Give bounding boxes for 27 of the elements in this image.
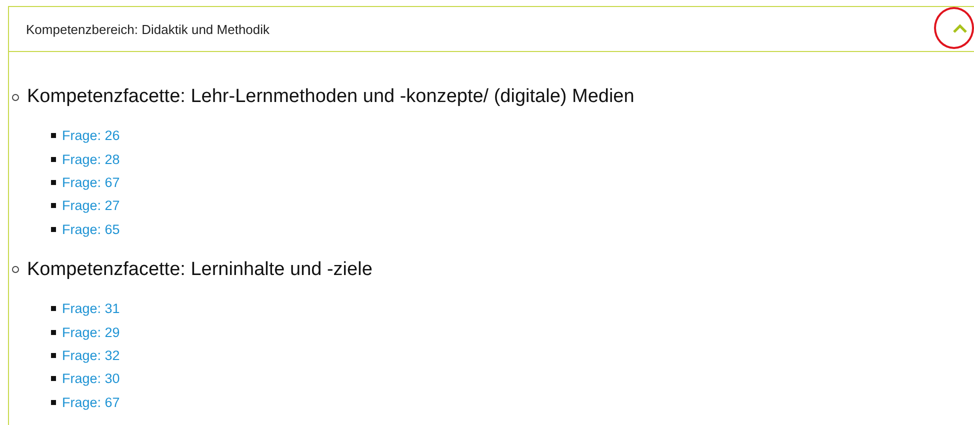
question-link[interactable]: Frage: 67 xyxy=(62,174,120,190)
square-bullet-icon xyxy=(51,330,56,335)
question-link[interactable]: Frage: 30 xyxy=(62,371,120,386)
question-link[interactable]: Frage: 26 xyxy=(62,128,120,144)
question-link[interactable]: Frage: 29 xyxy=(62,324,120,340)
question-link[interactable]: Frage: 67 xyxy=(62,394,120,410)
square-bullet-icon xyxy=(51,306,56,312)
question-link[interactable]: Frage: 65 xyxy=(62,222,120,237)
question-link[interactable]: Frage: 32 xyxy=(62,348,120,363)
circle-bullet-icon xyxy=(12,266,19,274)
question-link[interactable]: Frage: 27 xyxy=(62,198,120,214)
facet-title: Kompetenzfacette: Lehr-Lernmethoden und -konzepte/ (digitale) Medien xyxy=(27,86,634,108)
square-bullet-icon xyxy=(51,352,56,358)
square-bullet-icon xyxy=(51,376,56,382)
circle-bullet-icon xyxy=(12,94,19,100)
highlight-circle xyxy=(934,7,974,49)
square-bullet-icon xyxy=(51,133,56,138)
square-bullet-icon xyxy=(51,203,56,208)
square-bullet-icon xyxy=(51,156,56,162)
chevron-up-icon xyxy=(952,24,968,34)
question-link[interactable]: Frage: 31 xyxy=(62,301,120,316)
question-link[interactable]: Frage: 28 xyxy=(62,152,120,167)
square-bullet-icon xyxy=(51,400,56,405)
section-title: Kompetenzbereich: Didaktik und Methodik xyxy=(26,22,270,36)
square-bullet-icon xyxy=(51,180,56,185)
facet-title: Kompetenzfacette: Lerninhalte und -ziele xyxy=(27,258,372,281)
square-bullet-icon xyxy=(51,226,56,232)
